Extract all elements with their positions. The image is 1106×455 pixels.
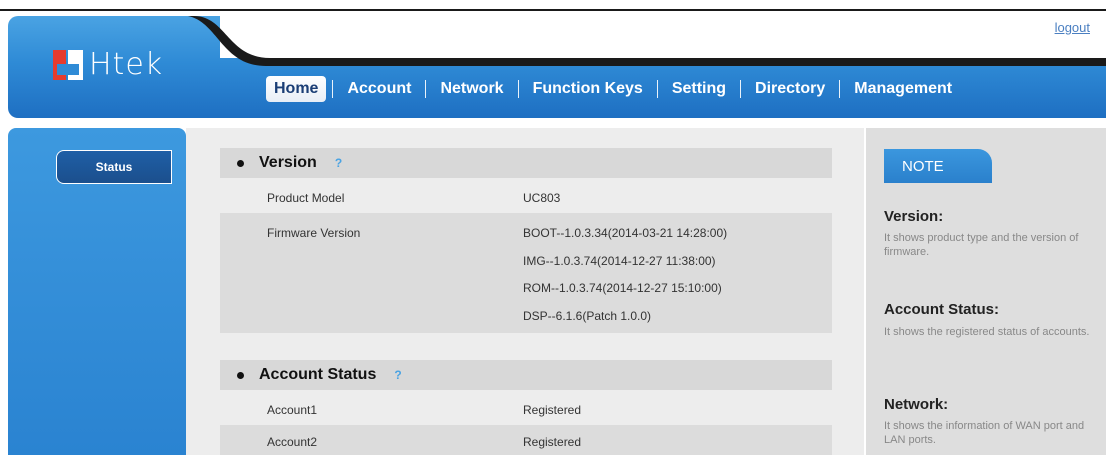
table-row: Account1 Registered — [220, 391, 832, 425]
row-value: ROM--1.0.3.74(2014-12-27 15:10:00) — [523, 281, 722, 295]
account-status-section-header: Account Status ? — [220, 360, 832, 390]
nav-management[interactable]: Management — [840, 76, 966, 102]
sidebar-item-status[interactable]: Status — [56, 150, 172, 184]
section-title: Account Status — [259, 366, 377, 383]
table-row: Firmware Version BOOT--1.0.3.34(2014-03-… — [220, 213, 832, 333]
note-heading: Account Status: — [884, 301, 1000, 318]
nav-separator — [332, 80, 334, 98]
row-label: Account1 — [267, 403, 318, 417]
note-tab: NOTE — [884, 149, 992, 183]
row-label: Account2 — [267, 435, 318, 449]
nav-setting[interactable]: Setting — [658, 76, 740, 102]
nav-separator — [839, 80, 841, 98]
row-value: BOOT--1.0.3.34(2014-03-21 14:28:00) — [523, 226, 728, 240]
row-value: Registered — [523, 403, 582, 417]
table-row: Account2 Registered — [220, 425, 832, 455]
row-value: Registered — [523, 435, 582, 449]
note-panel: NOTE Version: It shows product type and … — [866, 128, 1106, 455]
nav-separator — [425, 80, 427, 98]
main-nav: Home Account Network Function Keys Setti… — [266, 76, 966, 102]
nav-separator — [517, 80, 519, 98]
note-text: It shows the information of WAN port and… — [884, 420, 1085, 446]
bullet-icon — [237, 371, 244, 379]
help-icon[interactable]: ? — [335, 156, 342, 170]
nav-network[interactable]: Network — [426, 76, 517, 102]
sidebar: Status — [8, 128, 186, 455]
table-row: Product Model UC803 — [220, 179, 832, 213]
nav-account[interactable]: Account — [333, 76, 425, 102]
help-icon[interactable]: ? — [394, 368, 401, 382]
htek-logo: Htek — [53, 50, 163, 80]
nav-home[interactable]: Home — [266, 76, 327, 102]
logo-text: Htek — [89, 47, 164, 82]
section-title: Version — [259, 154, 317, 171]
row-label: Firmware Version — [267, 226, 361, 240]
row-label: Product Model — [267, 191, 345, 205]
header: logout Htek Home Account Network Functio… — [8, 16, 1106, 118]
main-content: Version ? Product Model UC803 Firmware V… — [186, 128, 864, 455]
top-divider — [0, 9, 1106, 11]
nav-directory[interactable]: Directory — [741, 76, 839, 102]
row-value: DSP--6.1.6(Patch 1.0.0) — [523, 309, 652, 323]
note-text: It shows the registered status of accoun… — [884, 326, 1090, 338]
logo-mark-icon — [53, 50, 83, 80]
note-heading: Network: — [884, 396, 949, 413]
row-value: IMG--1.0.3.74(2014-12-27 11:38:00) — [523, 254, 716, 268]
logout-link[interactable]: logout — [1055, 20, 1090, 35]
row-value: UC803 — [523, 191, 561, 205]
nav-function-keys[interactable]: Function Keys — [519, 76, 657, 102]
header-swoosh — [188, 16, 1106, 66]
note-heading: Version: — [884, 208, 944, 225]
note-text: It shows product type and the version of… — [884, 232, 1079, 258]
version-section-header: Version ? — [220, 148, 832, 178]
nav-separator — [740, 80, 742, 98]
nav-separator — [656, 80, 658, 98]
bullet-icon — [237, 159, 244, 167]
